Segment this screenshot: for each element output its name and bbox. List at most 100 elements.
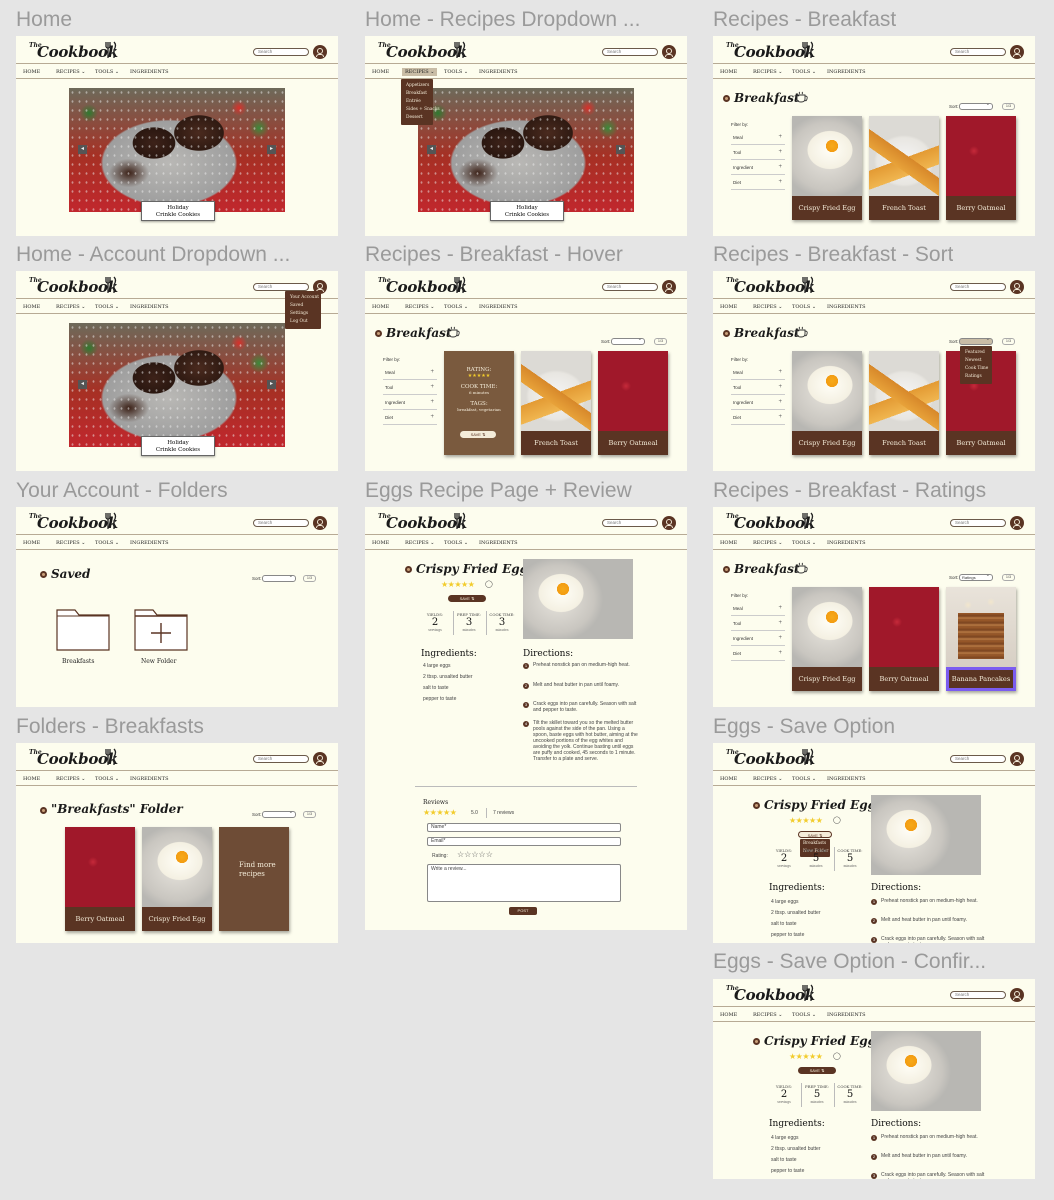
search-input[interactable]: Search bbox=[950, 283, 1006, 291]
filter-ingredient[interactable]: Ingredient bbox=[731, 160, 785, 175]
account-icon[interactable] bbox=[313, 752, 327, 766]
save-button[interactable]: SAVE ⇅ bbox=[798, 831, 832, 838]
nav-tools[interactable]: TOOLS ⌄ bbox=[444, 304, 468, 310]
filter-tool[interactable]: Tool bbox=[731, 616, 785, 631]
recipe-card[interactable]: Berry Oatmeal bbox=[946, 116, 1016, 220]
nav-tools[interactable]: TOOLS ⌄ bbox=[95, 540, 119, 546]
filter-meal[interactable]: Meal bbox=[383, 365, 437, 380]
account-icon[interactable] bbox=[662, 45, 676, 59]
new-folder-icon[interactable] bbox=[134, 605, 188, 651]
nav-recipes[interactable]: RECIPES ⌄ bbox=[753, 304, 782, 310]
filter-tool[interactable]: Tool bbox=[731, 145, 785, 160]
sort-select[interactable] bbox=[262, 574, 296, 582]
nav-ingredients[interactable]: INGREDIENTS bbox=[827, 776, 866, 782]
recipe-card[interactable]: Banana Pancakes bbox=[946, 587, 1016, 691]
nav-recipes[interactable]: RECIPES ⌄ bbox=[56, 304, 85, 310]
nav-home[interactable]: HOME bbox=[720, 776, 737, 782]
nav-ingredients[interactable]: INGREDIENTS bbox=[130, 540, 169, 546]
page-indicator[interactable]: 1/3 bbox=[303, 811, 316, 818]
comment-icon[interactable]: ◯ bbox=[485, 580, 493, 588]
search-input[interactable]: Search bbox=[253, 519, 309, 527]
nav-recipes[interactable]: RECIPES ⌄ bbox=[405, 304, 434, 310]
hero-caption[interactable]: Holiday Crinkle Cookies bbox=[490, 201, 564, 221]
nav-tools[interactable]: TOOLS ⌄ bbox=[95, 69, 119, 75]
filter-tool[interactable]: Tool bbox=[731, 380, 785, 395]
menu-item[interactable]: Saved bbox=[290, 302, 316, 310]
search-input[interactable]: Search bbox=[950, 519, 1006, 527]
nav-home[interactable]: HOME bbox=[720, 69, 737, 75]
rating-input[interactable]: ☆☆☆☆☆ bbox=[457, 850, 493, 859]
account-icon[interactable] bbox=[313, 45, 327, 59]
nav-ingredients[interactable]: INGREDIENTS bbox=[130, 304, 169, 310]
post-button[interactable]: POST bbox=[509, 907, 537, 915]
nav-recipes[interactable]: RECIPES ⌄ bbox=[753, 540, 782, 546]
account-icon[interactable] bbox=[1010, 45, 1024, 59]
nav-recipes[interactable]: RECIPES ⌄ bbox=[753, 776, 782, 782]
filter-ingredient[interactable]: Ingredient bbox=[731, 631, 785, 646]
menu-item[interactable]: Breakfast bbox=[406, 90, 428, 98]
filter-diet[interactable]: Diet bbox=[731, 410, 785, 425]
recipe-card[interactable]: Crispy Fried Egg bbox=[792, 351, 862, 455]
nav-ingredients[interactable]: INGREDIENTS bbox=[130, 776, 169, 782]
nav-ingredients[interactable]: INGREDIENTS bbox=[130, 69, 169, 75]
nav-tools[interactable]: TOOLS ⌄ bbox=[792, 304, 816, 310]
recipe-card-hover[interactable]: RATING: ★★★★★ COOK TIME: 6 minutes TAGS:… bbox=[444, 351, 514, 455]
nav-ingredients[interactable]: INGREDIENTS bbox=[827, 1012, 866, 1018]
search-input[interactable]: Search bbox=[950, 991, 1006, 999]
menu-item[interactable]: Newest bbox=[965, 357, 987, 365]
filter-tool[interactable]: Tool bbox=[383, 380, 437, 395]
nav-tools[interactable]: TOOLS ⌄ bbox=[792, 1012, 816, 1018]
nav-recipes[interactable]: RECIPES ⌄ bbox=[405, 540, 434, 546]
search-input[interactable]: Search bbox=[602, 519, 658, 527]
prev-arrow-icon[interactable]: ◂ bbox=[78, 145, 87, 154]
search-input[interactable]: Search bbox=[253, 283, 309, 291]
menu-item[interactable]: Log Out bbox=[290, 318, 316, 326]
menu-item[interactable]: Appetizers bbox=[406, 82, 429, 90]
filter-meal[interactable]: Meal bbox=[731, 365, 785, 380]
filter-ingredient[interactable]: Ingredient bbox=[383, 395, 437, 410]
menu-item[interactable]: Breakfasts bbox=[803, 840, 827, 848]
nav-home[interactable]: HOME bbox=[720, 1012, 737, 1018]
next-arrow-icon[interactable]: ▸ bbox=[267, 145, 276, 154]
hero-caption[interactable]: Holiday Crinkle Cookies bbox=[141, 436, 215, 456]
sort-select[interactable] bbox=[959, 102, 993, 110]
find-more-card[interactable]: Find more recipes bbox=[219, 827, 289, 931]
review-textarea[interactable]: Write a review... bbox=[427, 864, 621, 902]
search-input[interactable]: Search bbox=[602, 48, 658, 56]
recipe-card[interactable]: Berry Oatmeal bbox=[598, 351, 668, 455]
sort-select[interactable] bbox=[959, 337, 993, 345]
nav-home[interactable]: HOME bbox=[720, 540, 737, 546]
nav-ingredients[interactable]: INGREDIENTS bbox=[479, 540, 518, 546]
prev-arrow-icon[interactable]: ◂ bbox=[427, 145, 436, 154]
nav-ingredients[interactable]: INGREDIENTS bbox=[479, 69, 518, 75]
name-field[interactable]: Name* bbox=[427, 823, 621, 832]
nav-tools[interactable]: TOOLS ⌄ bbox=[95, 304, 119, 310]
next-arrow-icon[interactable]: ▸ bbox=[616, 145, 625, 154]
account-icon[interactable] bbox=[1010, 988, 1024, 1002]
sort-select[interactable] bbox=[611, 337, 645, 345]
recipe-card[interactable]: Berry Oatmeal bbox=[65, 827, 135, 931]
folder-icon[interactable] bbox=[56, 605, 110, 651]
nav-recipes[interactable]: RECIPES ⌄ bbox=[753, 1012, 782, 1018]
page-indicator[interactable]: 1/3 bbox=[1002, 103, 1015, 110]
save-button[interactable]: SAVE ⇅ bbox=[798, 1067, 836, 1074]
account-icon[interactable] bbox=[662, 280, 676, 294]
search-input[interactable]: Search bbox=[602, 283, 658, 291]
nav-tools[interactable]: TOOLS ⌄ bbox=[444, 540, 468, 546]
nav-ingredients[interactable]: INGREDIENTS bbox=[827, 304, 866, 310]
page-indicator[interactable]: 1/3 bbox=[1002, 574, 1015, 581]
menu-item[interactable]: Sides + Snacks bbox=[406, 106, 440, 114]
nav-home[interactable]: HOME bbox=[372, 540, 389, 546]
sort-select[interactable]: Ratings bbox=[959, 573, 993, 581]
menu-item[interactable]: Settings bbox=[290, 310, 316, 318]
nav-home[interactable]: HOME bbox=[372, 69, 389, 75]
sort-select[interactable] bbox=[262, 810, 296, 818]
search-input[interactable]: Search bbox=[253, 48, 309, 56]
page-indicator[interactable]: 1/3 bbox=[1002, 338, 1015, 345]
filter-meal[interactable]: Meal bbox=[731, 601, 785, 616]
menu-item[interactable]: Entrée bbox=[406, 98, 428, 106]
nav-tools[interactable]: TOOLS ⌄ bbox=[792, 540, 816, 546]
filter-meal[interactable]: Meal bbox=[731, 130, 785, 145]
filter-diet[interactable]: Diet bbox=[731, 175, 785, 190]
search-input[interactable]: Search bbox=[950, 48, 1006, 56]
